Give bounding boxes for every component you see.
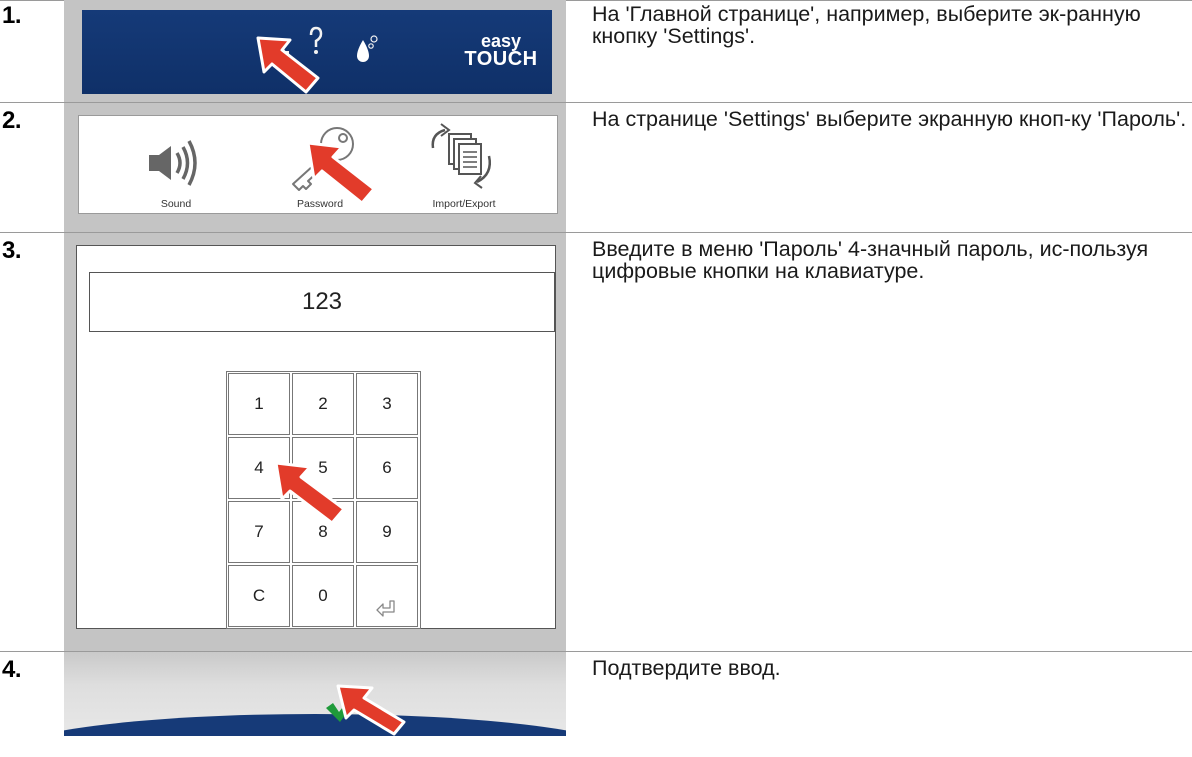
step-number: 1. — [2, 2, 22, 29]
password-input[interactable]: 123 — [89, 272, 555, 332]
screen-password-menu: 123 1 2 3 4 5 6 7 8 9 C 0 — [64, 233, 566, 651]
step-instruction: На 'Главной странице', например, выберит… — [592, 2, 1141, 48]
screen-main-page: easy TOUCH — [64, 0, 566, 102]
blue-footer-band — [64, 714, 566, 736]
water-drop-icon[interactable] — [354, 34, 382, 68]
screen-confirm-bar — [64, 652, 566, 736]
pointer-arrow-icon — [336, 684, 406, 736]
step-instruction: На странице 'Settings' выберите экранную… — [592, 107, 1187, 131]
enter-icon — [376, 586, 398, 617]
enter-key[interactable] — [356, 565, 418, 627]
documents-exchange-icon[interactable] — [423, 122, 503, 194]
key-3[interactable]: 3 — [356, 373, 418, 435]
import-export-label: Import/Export — [432, 198, 496, 210]
speaker-icon[interactable] — [145, 138, 205, 188]
key-2[interactable]: 2 — [292, 373, 354, 435]
step-instruction: Подтвердите ввод. — [592, 656, 781, 680]
step-instruction: Введите в меню 'Пароль' 4-значный пароль… — [592, 237, 1149, 283]
pointer-arrow-icon — [306, 141, 376, 205]
pointer-arrow-icon — [256, 36, 320, 94]
key-clear[interactable]: C — [228, 565, 290, 627]
key-1[interactable]: 1 — [228, 373, 290, 435]
step-number: 4. — [2, 656, 22, 683]
screen-settings-page: Sound Password Import/Export — [64, 103, 566, 232]
password-panel: 123 1 2 3 4 5 6 7 8 9 C 0 — [76, 245, 556, 629]
easy-touch-logo: easy TOUCH — [464, 31, 538, 70]
key-9[interactable]: 9 — [356, 501, 418, 563]
pointer-arrow-icon — [274, 461, 346, 525]
key-6[interactable]: 6 — [356, 437, 418, 499]
sound-label: Sound — [160, 198, 192, 210]
step-number: 3. — [2, 237, 22, 264]
key-0[interactable]: 0 — [292, 565, 354, 627]
step-number: 2. — [2, 107, 22, 134]
bottom-bar — [64, 652, 566, 736]
